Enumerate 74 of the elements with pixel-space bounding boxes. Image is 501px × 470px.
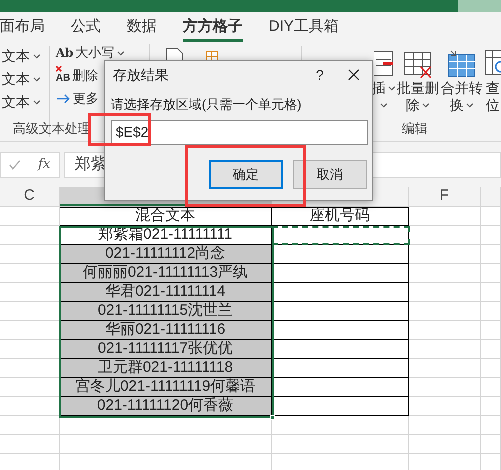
edit-tool-button[interactable]: 查 位 — [485, 48, 501, 114]
grid-cell — [481, 416, 501, 435]
function-button[interactable]: fx — [38, 154, 51, 174]
highlight-frame — [88, 113, 151, 146]
grid-cell — [409, 264, 481, 283]
header-cell: 混合文本 — [60, 207, 272, 226]
ribbon-tab[interactable]: DIY工具箱 — [269, 12, 340, 42]
insert-table-icon — [374, 50, 394, 78]
grid-cell — [481, 302, 501, 321]
help-button[interactable]: ? — [310, 64, 330, 86]
check-icon[interactable] — [9, 160, 22, 170]
caret-icon[interactable] — [466, 103, 474, 108]
ribbon-tab[interactable]: 数据 — [127, 12, 157, 42]
fill-handle[interactable] — [270, 415, 275, 420]
ribbon-tab[interactable]: 公式 — [71, 12, 101, 42]
table-cell: 宫冬儿021-11111119何馨语 — [60, 378, 272, 397]
dialog-button[interactable]: 取消 — [293, 160, 367, 189]
table-cell: 021-11111120何香薇 — [60, 397, 272, 416]
dialog-title: 存放结果 — [113, 66, 170, 84]
caret-icon[interactable] — [33, 77, 41, 82]
edit-tool-button[interactable]: 批量删 除 — [397, 48, 439, 114]
tool-button[interactable]: Ab 大小写 — [56, 44, 149, 62]
grid-cell — [409, 321, 481, 340]
grid-cell — [0, 416, 60, 435]
range-field[interactable]: $E$2 — [111, 120, 368, 144]
grid-cell — [409, 302, 481, 321]
table-cell: 华丽021-11111116 — [60, 321, 272, 340]
merge-table-icon — [447, 49, 477, 79]
grid-cell — [409, 340, 481, 359]
grid-cell — [409, 435, 481, 454]
grid-cell — [481, 340, 501, 359]
arrow-icon — [56, 94, 71, 104]
grid-cell — [409, 397, 481, 416]
grid-cell — [481, 321, 501, 340]
grid-cell — [409, 245, 481, 264]
edit-tool-button[interactable]: 合并转 换 — [441, 48, 483, 114]
grid-cell — [481, 359, 501, 378]
text-menu-button[interactable]: 文本 — [2, 47, 49, 66]
grid-cell — [409, 378, 481, 397]
caret-icon[interactable] — [116, 50, 125, 56]
grid-cell — [481, 435, 501, 454]
prompt-text: 请选择存放区域(只需一个单元格) — [110, 96, 303, 114]
grid-cell — [481, 283, 501, 302]
grid-cell — [481, 226, 501, 245]
grid-cell — [481, 397, 501, 416]
text-menu-button[interactable]: 文本 — [2, 70, 49, 89]
table-cell: 卫元群021-11111118 — [60, 359, 272, 378]
grid-cell — [409, 359, 481, 378]
table-cell: 华君021-11111114 — [60, 283, 272, 302]
grid-cell — [409, 416, 481, 435]
caret-icon[interactable] — [33, 100, 41, 105]
grid-cell — [481, 245, 501, 264]
table-cell: 021-11111112尚念 — [60, 245, 272, 264]
grid-cell — [409, 283, 481, 302]
caret-icon[interactable] — [33, 54, 41, 59]
grid-cell — [481, 378, 501, 397]
caret-icon[interactable] — [388, 86, 396, 91]
case-icon: Ab — [56, 44, 74, 62]
text-menu-button[interactable]: 文本 — [2, 93, 49, 112]
table-cell: 021-11111117张优优 — [60, 340, 272, 359]
header-cell: 座机号码 — [272, 207, 409, 226]
table-cell: 021-11111115沈世兰 — [60, 302, 272, 321]
table-cell: 何丽丽021-11111113严纨 — [60, 264, 272, 283]
dialog-button[interactable]: 确定 — [209, 160, 283, 189]
grid-cell — [0, 435, 60, 454]
column-header[interactable]: F — [409, 187, 481, 206]
grid-cell — [481, 264, 501, 283]
grid-cell — [409, 226, 481, 245]
edit-tool-button[interactable]: 插 — [373, 48, 395, 114]
group-label: 编辑 — [402, 120, 428, 138]
ribbon-tab[interactable]: 面布局 — [0, 12, 45, 42]
close-icon[interactable] — [348, 69, 360, 81]
caret-icon[interactable] — [422, 103, 430, 108]
caret-icon[interactable] — [380, 103, 388, 108]
